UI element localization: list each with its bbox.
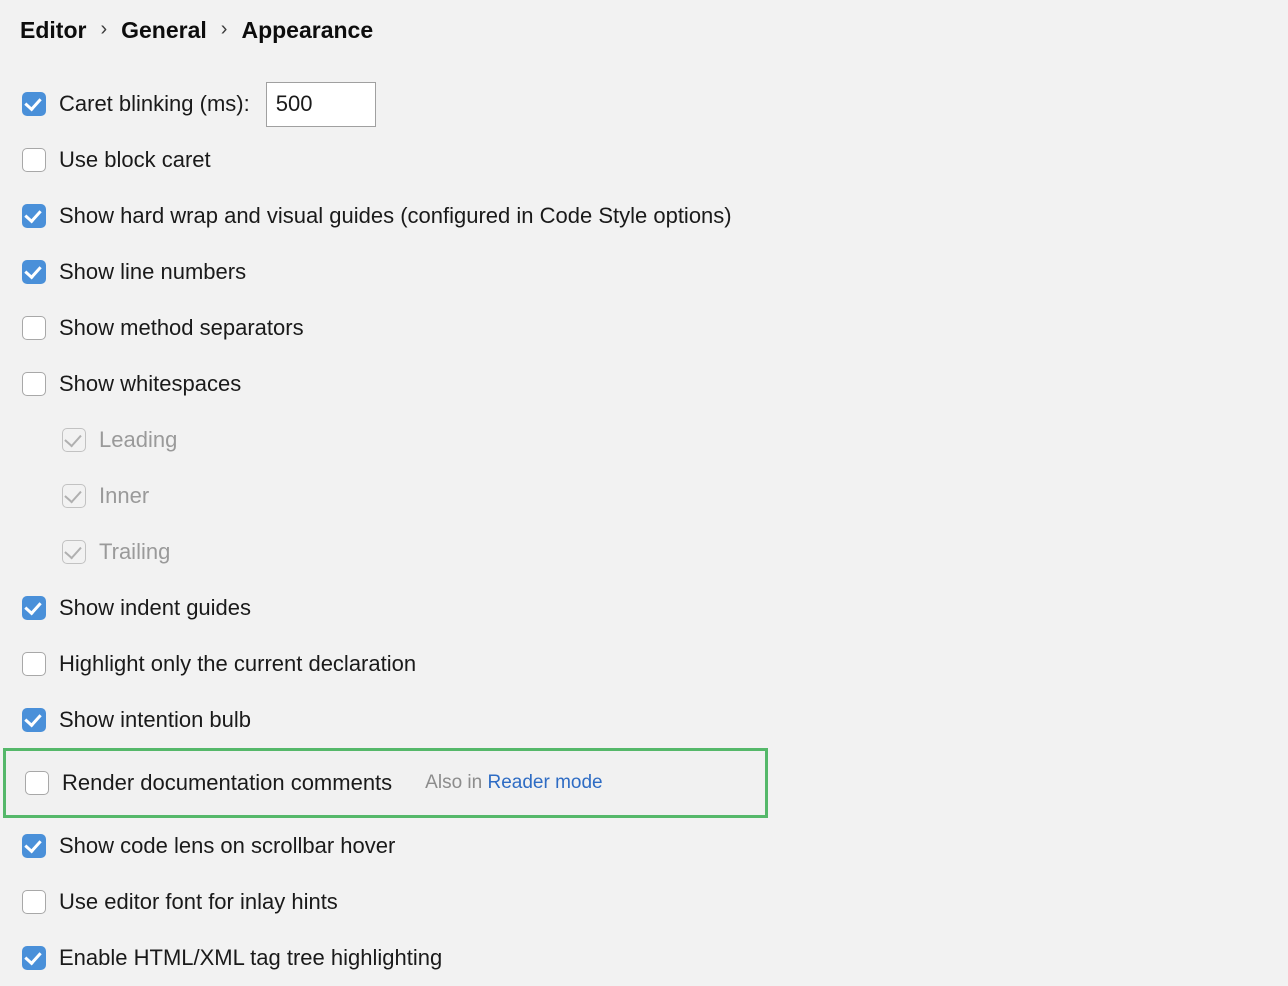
label-whitespaces-trailing: Trailing [99,539,171,564]
checkmark-icon [23,597,42,616]
option-row-highlight-only-the-current-declaration[interactable]: Highlight only the current declaration [0,636,1288,692]
label-show-intention-bulb: Show intention bulb [59,707,252,732]
checkbox-show-method-separators[interactable] [22,316,46,340]
checkmark-icon [23,835,42,854]
option-row-use-editor-font-for-inlay-hints[interactable]: Use editor font for inlay hints [0,874,1288,930]
checkbox-caret-blinking[interactable] [22,92,46,116]
checkbox-use-block-caret[interactable] [22,148,46,172]
highlight-box-render-documentation-comments: Render documentation comments Also in Rea… [3,748,768,818]
label-show-whitespaces: Show whitespaces [59,371,242,396]
label-use-editor-font-for-inlay-hints: Use editor font for inlay hints [59,889,338,914]
breadcrumb-separator-icon: › [220,17,228,40]
checkbox-show-intention-bulb[interactable] [22,708,46,732]
label-enable-html-xml-tag-tree-highlighting: Enable HTML/XML tag tree highlighting [59,945,443,970]
label-whitespaces-inner: Inner [99,483,150,508]
option-row-show-hard-wrap-and-visual-guides[interactable]: Show hard wrap and visual guides (config… [0,188,1288,244]
checkbox-whitespaces-trailing [62,540,86,564]
checkmark-icon [23,205,42,224]
option-row-render-documentation-comments[interactable]: Render documentation comments Also in Rea… [6,751,765,815]
label-show-indent-guides: Show indent guides [59,595,252,620]
option-row-enable-html-xml-tag-tree-highlighting[interactable]: Enable HTML/XML tag tree highlighting [0,930,1288,986]
checkbox-show-line-numbers[interactable] [22,260,46,284]
settings-options-list: Caret blinking (ms): 500 Use block caret Sh… [0,76,1288,986]
checkbox-whitespaces-inner [62,484,86,508]
caret-blinking-input[interactable]: 500 [265,81,376,127]
label-highlight-only-the-current-declaration: Highlight only the current declaration [59,651,417,676]
option-row-show-code-lens-on-scrollbar-hover[interactable]: Show code lens on scrollbar hover [0,818,1288,874]
label-whitespaces-leading: Leading [99,427,178,452]
label-caret-blinking: Caret blinking (ms): [59,91,250,116]
breadcrumb: Editor › General › Appearance [20,14,373,46]
checkbox-enable-html-xml-tag-tree-highlighting[interactable] [22,946,46,970]
checkbox-highlight-only-the-current-declaration[interactable] [22,652,46,676]
label-show-method-separators: Show method separators [59,315,304,340]
checkmark-icon [23,947,42,966]
checkmark-icon [63,485,82,504]
checkmark-icon [23,709,42,728]
checkbox-whitespaces-leading [62,428,86,452]
checkbox-show-code-lens-on-scrollbar-hover[interactable] [22,834,46,858]
option-row-show-indent-guides[interactable]: Show indent guides [0,580,1288,636]
hint-render-documentation-comments: Also in Reader mode [425,772,602,794]
option-row-whitespaces-leading[interactable]: Leading [0,412,1288,468]
checkmark-icon [63,541,82,560]
option-row-use-block-caret[interactable]: Use block caret [0,132,1288,188]
breadcrumb-item-editor[interactable]: Editor [20,17,86,44]
option-row-caret-blinking[interactable]: Caret blinking (ms): 500 [0,76,1288,132]
option-row-show-method-separators[interactable]: Show method separators [0,300,1288,356]
breadcrumb-separator-icon: › [100,17,108,40]
checkbox-show-indent-guides[interactable] [22,596,46,620]
reader-mode-link[interactable]: Reader mode [487,772,602,793]
hint-prefix: Also in [425,772,488,793]
option-row-whitespaces-inner[interactable]: Inner [0,468,1288,524]
checkbox-use-editor-font-for-inlay-hints[interactable] [22,890,46,914]
checkbox-show-whitespaces[interactable] [22,372,46,396]
label-show-hard-wrap-and-visual-guides: Show hard wrap and visual guides (config… [59,203,732,228]
option-row-whitespaces-trailing[interactable]: Trailing [0,524,1288,580]
checkbox-show-hard-wrap-and-visual-guides[interactable] [22,204,46,228]
checkmark-icon [63,429,82,448]
label-render-documentation-comments: Render documentation comments [62,770,393,795]
label-show-line-numbers: Show line numbers [59,259,247,284]
label-show-code-lens-on-scrollbar-hover: Show code lens on scrollbar hover [59,833,396,858]
option-row-show-whitespaces[interactable]: Show whitespaces [0,356,1288,412]
checkmark-icon [23,261,42,280]
breadcrumb-item-general[interactable]: General [121,17,207,44]
option-row-show-intention-bulb[interactable]: Show intention bulb [0,692,1288,748]
breadcrumb-item-appearance: Appearance [241,16,374,43]
label-use-block-caret: Use block caret [59,147,211,172]
option-row-show-line-numbers[interactable]: Show line numbers [0,244,1288,300]
checkmark-icon [23,93,42,112]
checkbox-render-documentation-comments[interactable] [25,771,49,795]
